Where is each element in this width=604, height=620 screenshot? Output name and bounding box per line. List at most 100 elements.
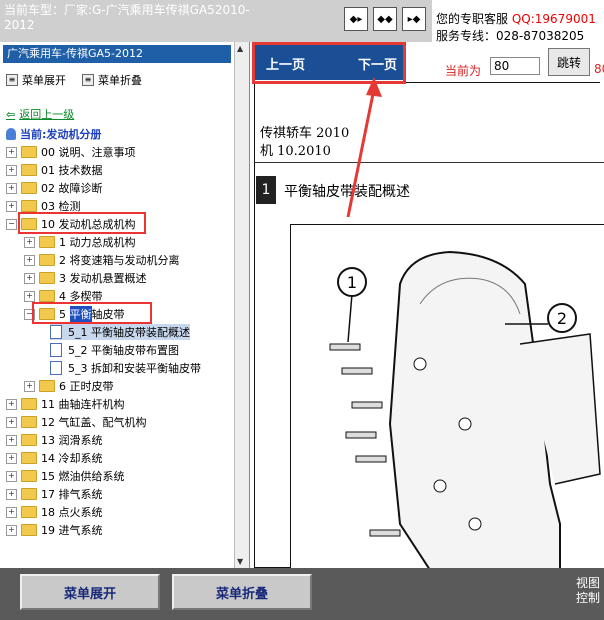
tree-item-label: 19 进气系统 [41,524,103,537]
bolt [341,367,373,375]
expand-icon[interactable]: + [6,488,17,500]
tree-item-17[interactable]: +17 排气系统 [6,486,103,502]
expand-icon[interactable]: + [6,200,17,212]
tree-item-10-1[interactable]: +1 动力总成机构 [24,234,136,250]
tree-item-10-2[interactable]: +2 将变速箱与发动机分离 [24,252,180,268]
tree-item-10-3[interactable]: +3 发动机悬置概述 [24,270,147,286]
tree-item-11[interactable]: +11 曲轴连杆机构 [6,396,125,412]
mount-hole [468,517,482,531]
expand-icon[interactable]: + [6,146,17,158]
tree-item-label: 2 将变速箱与发动机分离 [59,254,180,267]
expand-icon[interactable]: + [24,254,35,266]
tree-item-label: 18 点火系统 [41,506,103,519]
tree-item-label: 3 发动机悬置概述 [59,272,147,285]
tree-item-5-1[interactable]: 5_1 平衡轴皮带装配概述 [50,324,190,340]
tree-item-label: 11 曲轴连杆机构 [41,398,125,411]
service-line: 您的专职客服 QQ:19679001 [436,10,596,27]
folder-icon [21,452,37,464]
service-panel: 您的专职客服 QQ:19679001 服务专线：028-87038205 [432,0,604,43]
tree-item-18[interactable]: +18 点火系统 [6,504,103,520]
tree-item-01[interactable]: +01 技术数据 [6,162,103,178]
bolt [345,431,377,439]
assembly-figure: 1 2 [290,224,604,568]
qq-link[interactable]: QQ:19679001 [512,12,596,26]
doc-divider [254,162,604,163]
callout-2: 2 [557,309,567,328]
current-section: 当前:发动机分册 [6,126,101,142]
prev-page-icon[interactable]: ◆◆ [373,7,397,31]
tree-item-5-3[interactable]: 5_3 拆卸和安装平衡轴皮带 [50,360,201,376]
tree-item-12[interactable]: +12 气缸盖、配气机构 [6,414,147,430]
callout-1: 1 [347,273,357,292]
annotation-box-balance [32,302,152,324]
tree-item-label: 00 说明、注意事项 [41,146,136,159]
document-icon [50,325,62,339]
expand-icon[interactable]: + [6,416,17,428]
expand-icon[interactable]: + [24,272,35,284]
document-icon [50,343,62,357]
current-page-label: 当前为 [445,64,482,78]
expand-icon[interactable]: + [24,236,35,248]
tree-item-label: 13 润滑系统 [41,434,103,447]
tree-item-19[interactable]: +19 进气系统 [6,522,103,538]
header-bar: 当前车型：厂家:G-广汽乘用车传祺GA52010-2012 ◆▸ ◆◆ ▸◆ 您… [0,0,604,43]
back-link[interactable]: ⇦ 返回上一级 [6,106,74,122]
tree-item-5-2[interactable]: 5_2 平衡轴皮带布置图 [50,342,179,358]
hint-line2: 控制 [576,591,601,605]
expand-icon[interactable]: + [6,398,17,410]
tree-scrollbar[interactable]: ▲ ▼ [234,42,249,568]
expand-icon[interactable]: + [6,452,17,464]
bolt [351,401,383,409]
next-page-icon[interactable]: ▸◆ [402,7,426,31]
tree-item-15[interactable]: +15 燃油供给系统 [6,468,125,484]
tree-item-00[interactable]: +00 说明、注意事项 [6,144,136,160]
tree-collapse-command[interactable]: ≡ 菜单折叠 [82,72,142,88]
mount-hole [433,479,447,493]
view-control-hint: 视图 控制 [576,576,600,606]
folder-icon [21,146,37,158]
expand-icon[interactable]: + [6,434,17,446]
first-page-icon[interactable]: ◆▸ [344,7,368,31]
back-link-label: 返回上一级 [19,108,75,121]
folder-icon [21,164,37,176]
expand-icon: ≡ [6,74,18,86]
tree-expand-command[interactable]: ≡ 菜单展开 [6,72,66,88]
tree-item-14[interactable]: +14 冷却系统 [6,450,103,466]
menu-expand-button[interactable]: 菜单展开 [20,574,160,610]
tree-collapse-label: 菜单折叠 [98,74,142,87]
tree-item-label: 12 气缸盖、配气机构 [41,416,147,429]
expand-icon[interactable]: + [24,290,35,302]
annotation-arrow [346,77,382,218]
tree-item-02[interactable]: +02 故障诊断 [6,180,103,196]
user-icon [6,128,16,140]
folder-icon [39,254,55,266]
current-section-label: 当前:发动机分册 [20,128,102,141]
tree-item-10-6[interactable]: +6 正时皮带 [24,378,114,394]
footer-bar: 菜单展开 菜单折叠 视图 控制 [0,568,604,620]
expand-icon[interactable]: + [6,470,17,482]
document-viewer: 上一页 下一页 当前为 跳转 80 传祺轿车 2010 机 10.2010 1 … [250,42,604,568]
service-label: 您的专职客服 [436,12,509,26]
scroll-down-icon[interactable]: ▼ [237,557,243,566]
expand-icon[interactable]: + [6,524,17,536]
collapse-icon[interactable]: − [6,218,17,230]
folder-icon [21,182,37,194]
tree-item-label: 14 冷却系统 [41,452,103,465]
back-arrow-icon: ⇦ [6,107,16,121]
tree-item-label: 1 动力总成机构 [59,236,136,249]
tree-item-13[interactable]: +13 润滑系统 [6,432,103,448]
scroll-up-icon[interactable]: ▲ [237,44,243,53]
page-number-input[interactable] [490,57,540,75]
bolt [329,343,361,351]
tree-item-label: 01 技术数据 [41,164,103,177]
annotation-box-engine [18,212,146,234]
expand-icon[interactable]: + [24,380,35,392]
expand-icon[interactable]: + [6,506,17,518]
menu-collapse-button[interactable]: 菜单折叠 [172,574,312,610]
section-number: 1 [256,176,276,204]
folder-icon [21,416,37,428]
expand-icon[interactable]: + [6,164,17,176]
folder-icon [39,272,55,284]
jump-button[interactable]: 跳转 [548,48,590,76]
expand-icon[interactable]: + [6,182,17,194]
